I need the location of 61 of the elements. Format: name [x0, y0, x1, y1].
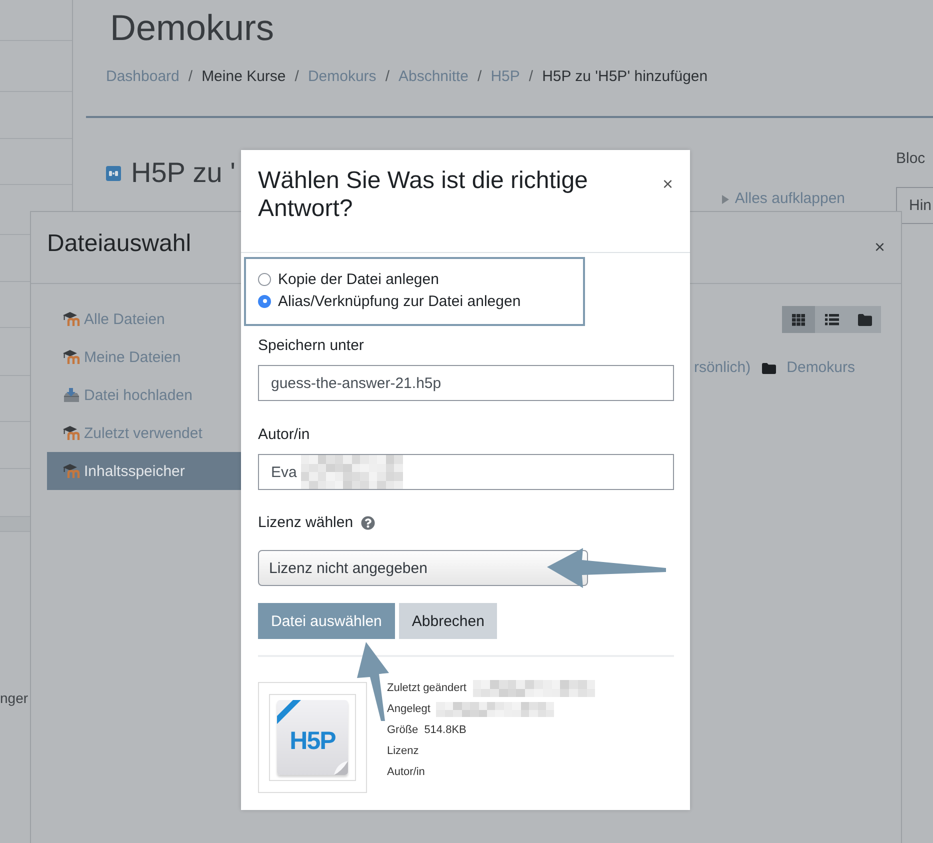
field-label: Speichern unter — [258, 336, 364, 356]
path-link[interactable]: rsönlich) — [694, 358, 751, 378]
folder-icon — [858, 314, 872, 326]
ribbon-icon — [275, 698, 303, 726]
info-label: Angelegt — [387, 702, 430, 717]
breadcrumb-separator: / — [528, 67, 534, 87]
nav-item-text[interactable]: nger — [0, 689, 28, 707]
close-button[interactable]: × — [874, 238, 885, 256]
breadcrumb-link[interactable]: Abschnitte — [398, 67, 469, 87]
breadcrumb-item[interactable]: Meine Kurse — [202, 67, 286, 87]
author-field[interactable]: Eva — [258, 454, 674, 490]
select-file-button[interactable]: Datei auswählen — [258, 603, 395, 639]
radio-button[interactable] — [258, 272, 271, 286]
help-icon[interactable] — [361, 516, 376, 530]
cancel-button[interactable]: Abbrechen — [398, 603, 498, 639]
breadcrumb-link[interactable]: Dashboard — [106, 67, 180, 87]
breadcrumb-separator: / — [188, 67, 193, 87]
filename-field[interactable]: guess-the-answer-21.h5p — [258, 365, 674, 401]
breadcrumb-link[interactable]: Demokurs — [308, 67, 376, 87]
mortarboard-icon — [63, 464, 80, 478]
dialog-title: Wählen Sie Was ist die richtige Antwort? — [258, 167, 589, 223]
mortarboard-icon — [63, 350, 80, 364]
folder-icon — [762, 362, 776, 374]
page-heading: H5P zu ' — [131, 157, 236, 189]
breadcrumb-separator: / — [294, 67, 299, 87]
repository-item[interactable]: Zuletzt verwendet — [47, 414, 242, 452]
course-title: Demokurs — [110, 6, 274, 50]
caret-icon — [722, 194, 729, 204]
close-button[interactable]: × — [662, 175, 673, 193]
breadcrumb-separator: / — [385, 67, 390, 87]
upload-icon — [63, 388, 80, 402]
repository-item[interactable]: Datei hochladen — [47, 376, 242, 414]
window-title: Dateiauswahl — [47, 230, 192, 258]
breadcrumb-link[interactable]: H5P — [490, 67, 520, 87]
file-type-label: H5P — [290, 727, 336, 756]
field-label: Autor/in — [258, 425, 310, 445]
repository-item[interactable]: Meine Dateien — [47, 338, 242, 376]
info-label: Größe — [387, 723, 418, 738]
view-button[interactable] — [782, 306, 815, 333]
radio-label[interactable]: Kopie der Datei anlegen — [278, 270, 439, 288]
expand-all-link[interactable]: Alles aufklappen — [722, 190, 845, 208]
info-label: Zuletzt geändert — [387, 681, 466, 696]
path-link[interactable]: Demokurs — [786, 358, 855, 378]
page-corner-icon — [334, 761, 348, 775]
mortarboard-icon — [63, 426, 80, 440]
repository-item[interactable]: Inhaltsspeicher — [47, 452, 242, 490]
info-value: 514.8KB — [424, 723, 466, 738]
list-icon — [824, 314, 838, 326]
mortarboard-icon — [63, 312, 80, 326]
license-select[interactable]: Lizenz nicht angegeben — [258, 550, 588, 586]
radio-label[interactable]: Alias/Verknüpfung zur Datei anlegen — [278, 292, 521, 310]
grid-icon — [792, 314, 805, 326]
breadcrumb-separator: / — [478, 67, 482, 87]
info-label: Lizenz — [387, 744, 419, 759]
breadcrumb-item[interactable]: H5P zu 'H5P' hinzufügen — [542, 67, 708, 87]
activity-tile-icon — [106, 166, 121, 180]
field-label: Lizenz wählen — [258, 513, 354, 533]
block-heading: Bloc — [896, 150, 926, 168]
radio-button[interactable] — [258, 294, 271, 308]
repository-item[interactable]: Alle Dateien — [47, 300, 242, 338]
info-label: Autor/in — [387, 765, 425, 780]
